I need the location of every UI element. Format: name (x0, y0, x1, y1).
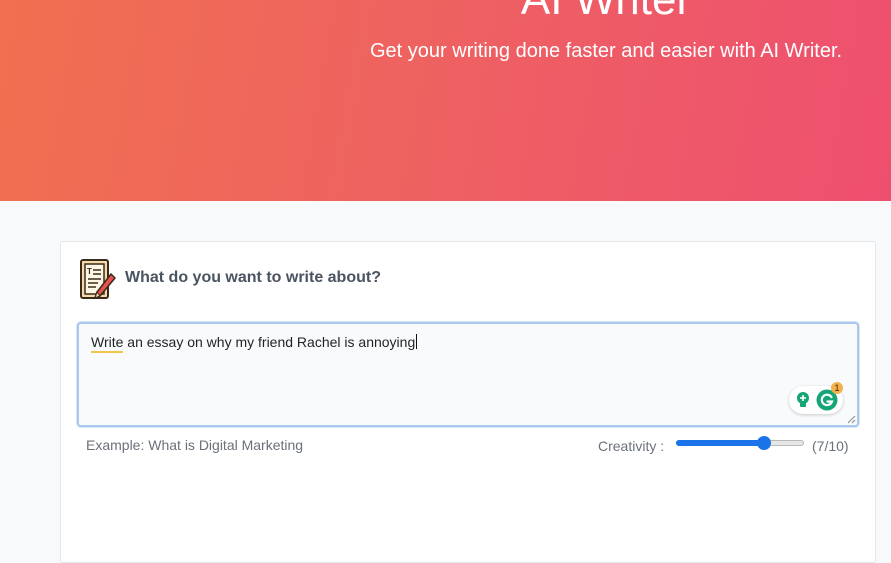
topic-textarea[interactable]: Write an essay on why my friend Rachel i… (77, 322, 859, 427)
text-caret (416, 334, 418, 349)
writer-card: T What do you want to write about? Write… (60, 241, 876, 563)
topic-value: Write an essay on why my friend Rachel i… (91, 334, 416, 350)
creativity-slider[interactable] (676, 435, 804, 451)
page-title: AI Writer (0, 0, 891, 22)
svg-text:T: T (87, 267, 92, 276)
example-hint: Example: What is Digital Marketing (86, 437, 304, 453)
slider-thumb[interactable] (756, 436, 771, 450)
prompt-label: What do you want to write about? (125, 269, 381, 286)
extension-buttons: 1 (789, 382, 843, 414)
hero-banner: AI Writer Get your writing done faster a… (0, 0, 891, 201)
creativity-label: Creativity : (598, 438, 665, 454)
spellcheck-underline (91, 351, 123, 353)
resize-grip-icon[interactable] (847, 415, 856, 424)
page-subtitle: Get your writing done faster and easier … (370, 40, 843, 62)
grammarly-badge: 1 (831, 382, 843, 394)
topic-text[interactable]: Write an essay on why my friend Rachel i… (91, 334, 418, 350)
lightbulb-icon[interactable] (794, 391, 812, 409)
slider-fill (676, 440, 764, 446)
creativity-value: (7/10) (812, 438, 849, 454)
notepad-pencil-icon: T (80, 259, 116, 300)
